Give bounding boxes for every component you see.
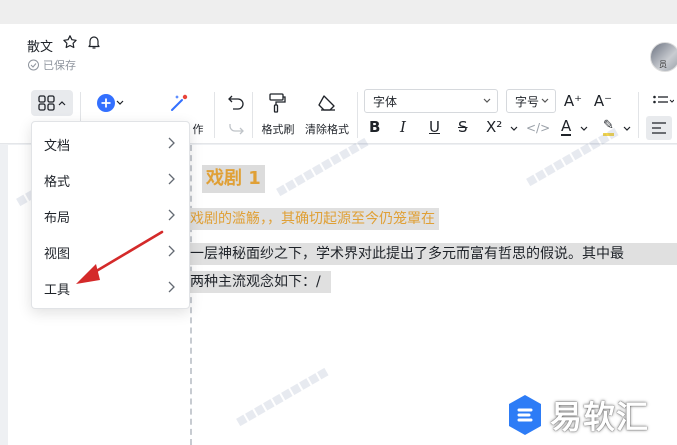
italic-button[interactable]: I: [400, 118, 406, 136]
menu-item-label: 文档: [44, 138, 71, 154]
chevron-down-icon: [541, 98, 549, 103]
toolbar-separator: [357, 92, 358, 138]
save-status: 已保存: [27, 57, 76, 73]
brand-logo: 易软汇: [506, 392, 649, 438]
chevron-down-icon: [623, 126, 631, 131]
font-family-select[interactable]: 字体: [364, 89, 498, 113]
clear-format-button[interactable]: [312, 90, 342, 116]
chevron-right-icon: [168, 245, 175, 257]
format-painter-button[interactable]: [262, 90, 292, 116]
menu-item-label: 格式: [44, 174, 71, 190]
menu-item-layout[interactable]: 布局: [32, 198, 191, 234]
strikethrough-button[interactable]: S: [458, 118, 468, 136]
font-color-button[interactable]: A: [561, 118, 572, 136]
cloud-check-icon: [28, 59, 39, 71]
bulleted-list-icon: [652, 95, 674, 104]
chevron-right-icon: [168, 173, 175, 185]
menu-item-view[interactable]: 视图: [32, 234, 191, 270]
insert-label: 作: [192, 123, 204, 136]
font-size-select[interactable]: 字号: [506, 89, 556, 113]
chevron-down-icon: [483, 98, 491, 103]
redo-icon: [229, 124, 244, 135]
doc-subheading[interactable]: 戏剧的滥觞，，其确切起源至今仍笼罩在: [190, 208, 439, 230]
chevron-right-icon: [168, 137, 175, 149]
font-size-value: 字号: [515, 94, 540, 109]
doc-heading[interactable]: 戏剧 1: [202, 165, 265, 193]
menu-item-format[interactable]: 格式: [32, 162, 191, 198]
paint-roller-icon: [269, 93, 286, 113]
bell-icon[interactable]: [86, 34, 102, 50]
save-status-text: 已保存: [43, 59, 76, 72]
star-icon[interactable]: [62, 34, 78, 50]
chevron-right-icon: [168, 281, 175, 293]
menu-item-tools[interactable]: 工具: [32, 270, 191, 306]
doc-paragraph[interactable]: 两种主流观念如下：/: [190, 271, 331, 293]
toolbar-separator: [214, 92, 215, 138]
doc-paragraph[interactable]: 一层神秘面纱之下，学术界对此提出了多元而富有哲思的假说。其中最: [190, 243, 677, 265]
apps-menu-button[interactable]: [31, 90, 73, 116]
doc-title[interactable]: 散文: [27, 36, 53, 55]
redo-button[interactable]: [224, 118, 248, 140]
superscript-button[interactable]: X²: [486, 118, 502, 136]
menu-item-label: 工具: [44, 282, 71, 298]
chevron-down-icon: [116, 100, 124, 105]
chevron-down-icon: [580, 126, 588, 131]
ai-assistant-button[interactable]: [165, 90, 193, 116]
insert-button[interactable]: [92, 91, 128, 115]
chevron-up-icon: [58, 101, 66, 106]
plus-circle-icon: [97, 94, 115, 112]
window-top-strip: [0, 0, 677, 24]
font-decrease-button[interactable]: A⁻: [592, 89, 614, 113]
underline-button[interactable]: U: [429, 118, 440, 136]
align-left-button[interactable]: [646, 116, 672, 140]
menu-item-label: 布局: [44, 210, 71, 226]
menu-item-label: 视图: [44, 246, 71, 262]
avatar-initial: 员: [659, 60, 667, 69]
magic-wand-icon: [171, 94, 188, 111]
format-painter-label: 格式刷: [261, 123, 295, 136]
align-left-icon: [652, 122, 666, 134]
list-button[interactable]: [648, 90, 677, 114]
brand-logo-icon: [509, 395, 541, 435]
undo-button[interactable]: [224, 90, 248, 114]
inline-code-button[interactable]: </>: [526, 121, 550, 135]
avatar[interactable]: 员: [650, 42, 677, 72]
chevron-right-icon: [168, 209, 175, 221]
chevron-down-icon: [510, 126, 518, 131]
grid-icon: [38, 95, 55, 111]
font-family-value: 字体: [373, 94, 398, 109]
apps-dropdown-menu: 文档 格式 布局 视图 工具: [31, 121, 190, 309]
clear-format-label: 清除格式: [305, 123, 349, 136]
font-increase-button[interactable]: A⁺: [562, 89, 584, 113]
eraser-icon: [318, 95, 335, 111]
bold-button[interactable]: B: [369, 118, 380, 136]
toolbar-separator: [252, 92, 253, 138]
toolbar-separator: [638, 92, 639, 138]
document-header: 散文 已保存 员: [0, 24, 677, 86]
menu-item-document[interactable]: 文档: [32, 126, 191, 162]
brand-name: 易软汇: [550, 398, 650, 436]
undo-icon: [228, 95, 244, 110]
